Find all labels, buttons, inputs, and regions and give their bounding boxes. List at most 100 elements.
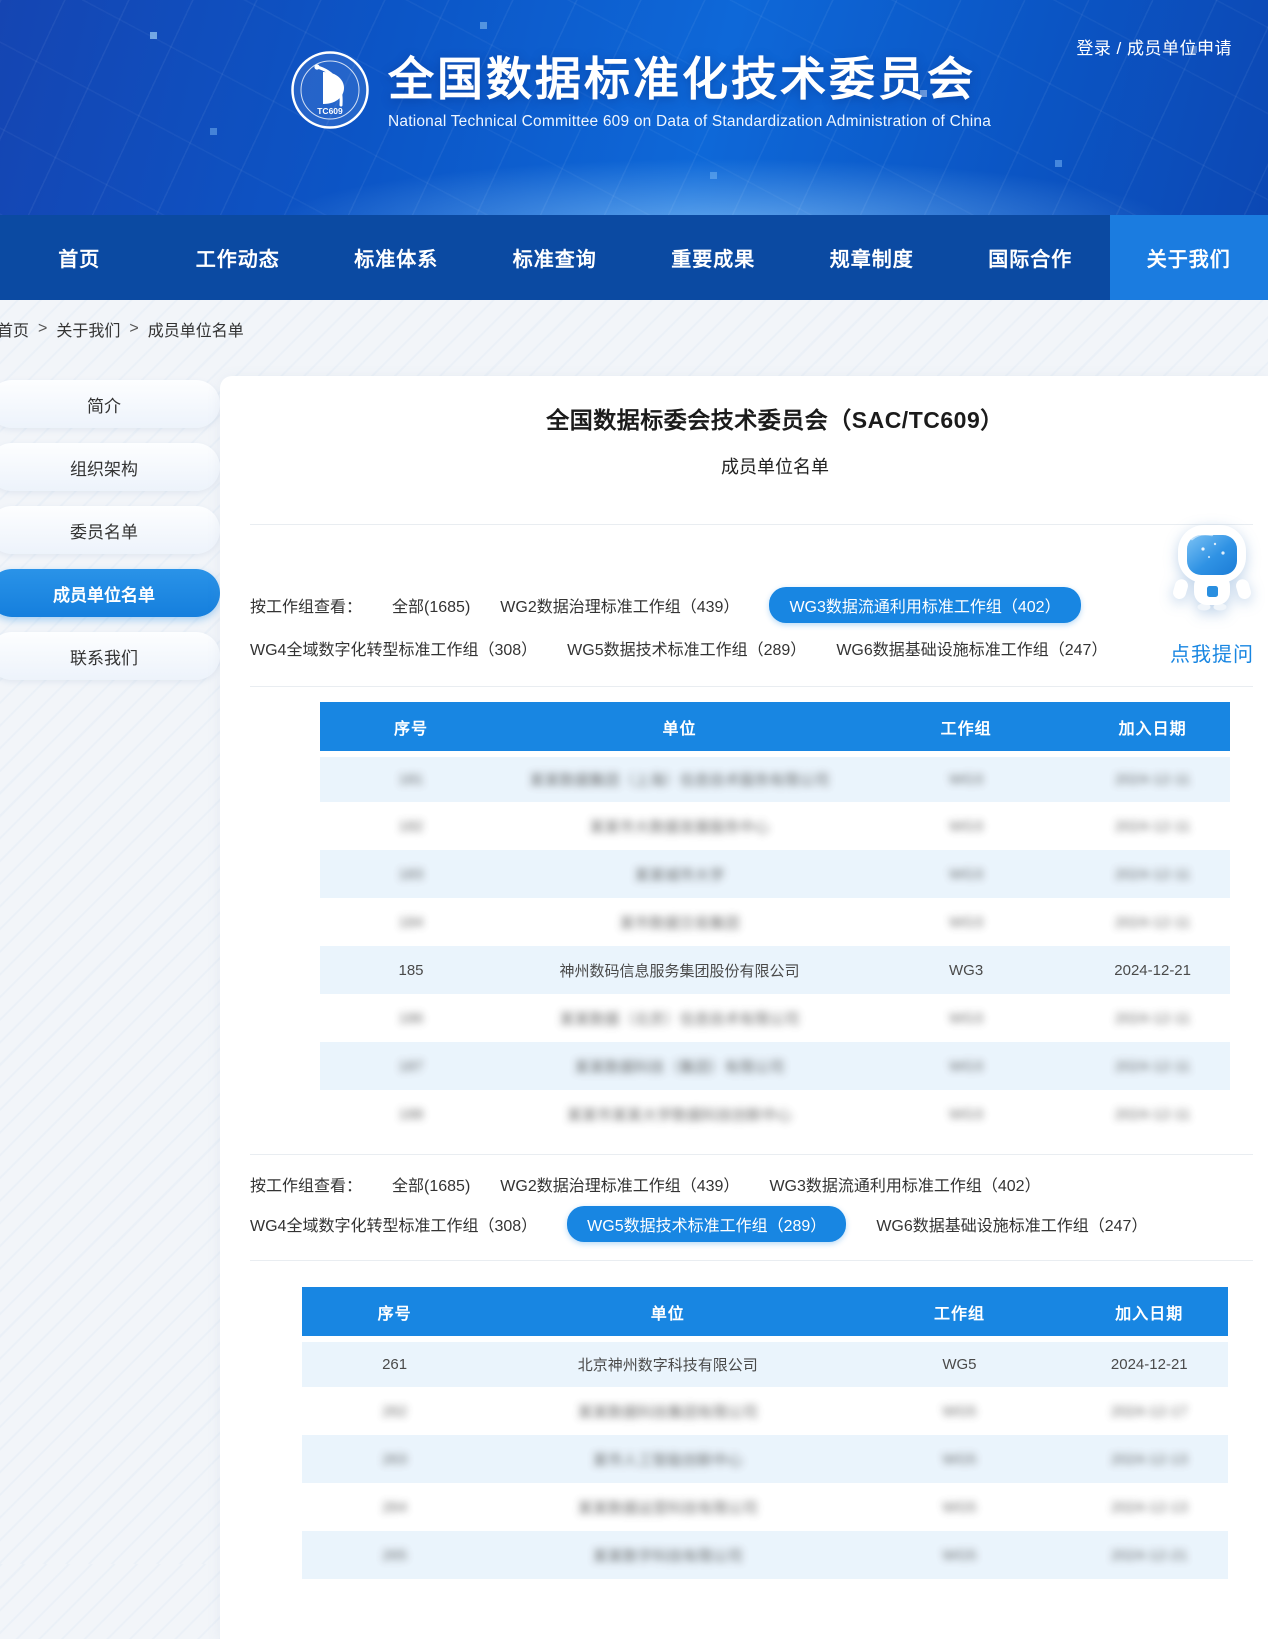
page-subtitle: 成员单位名单 [320, 456, 1230, 478]
cell-date: 2024-12-11 [1075, 994, 1230, 1042]
nav-item-home[interactable]: 首页 [0, 215, 159, 300]
sidebar-item-contact[interactable]: 联系我们 [0, 632, 220, 680]
cell-text-unit: 神州数码信息服务集团股份有限公司 [559, 963, 799, 980]
cell-no: 187 [320, 1042, 502, 1090]
site-subtitle: National Technical Committee 609 on Data… [388, 113, 991, 131]
cell-unit: 北京神州数字科技有限公司 [487, 1339, 848, 1387]
cell-text-no: 262 [382, 1403, 407, 1420]
table-header-row: 序号单位工作组加入日期 [320, 702, 1230, 754]
robot-assistant-icon[interactable] [1170, 598, 1254, 615]
cell-wg: WG5 [848, 1387, 1070, 1435]
assistant-widget[interactable]: 点我提问 [1164, 523, 1260, 667]
filter-option-wg6[interactable]: WG6数据基础设施标准工作组（247） [876, 1212, 1147, 1236]
cell-date: 2024-12-11 [1075, 1042, 1230, 1090]
column-header-1: 单位 [487, 1287, 848, 1339]
filter-option-all[interactable]: 全部(1685) [392, 593, 470, 617]
cell-text-unit: 某市人工智能创新中心 [593, 1452, 743, 1469]
cell-date: 2024-12-21 [1071, 1339, 1228, 1387]
nav-item-achievements[interactable]: 重要成果 [634, 215, 793, 300]
filter-option-wg5[interactable]: WG5数据技术标准工作组（289） [567, 636, 806, 660]
cell-wg: WG5 [848, 1435, 1070, 1483]
filter-option-wg3[interactable]: WG3数据流通利用标准工作组（402） [769, 587, 1080, 623]
title-block: 全国数据标委会技术委员会（SAC/TC609） 成员单位名单 [250, 376, 1253, 525]
cell-text-wg: WG5 [942, 1356, 976, 1373]
filter-option-wg2[interactable]: WG2数据治理标准工作组（439） [500, 593, 739, 617]
cell-text-unit: 某某数据运营科技有限公司 [578, 1500, 758, 1517]
filter-option-all[interactable]: 全部(1685) [392, 1172, 470, 1196]
cell-text-no: 186 [398, 1010, 423, 1027]
cell-wg: WG3 [857, 754, 1075, 802]
sidebar-item-committee-members[interactable]: 委员名单 [0, 506, 220, 554]
cell-wg: WG5 [848, 1339, 1070, 1387]
cell-text-unit: 某某市某某大学数据科技创新中心 [567, 1107, 792, 1124]
column-header-0: 序号 [320, 702, 502, 754]
table-row: 263某市人工智能创新中心WG52024-12-13 [302, 1435, 1228, 1483]
cell-text-date: 2024-12-11 [1115, 1058, 1191, 1075]
cell-date: 2024-12-11 [1075, 1090, 1230, 1138]
filter-label: 按工作组查看： [250, 1172, 362, 1196]
nav-item-standard-system[interactable]: 标准体系 [317, 215, 476, 300]
member-table: 序号单位工作组加入日期 261北京神州数字科技有限公司 WG5 2024-12-21… [302, 1287, 1228, 1579]
cell-date: 2024-12-11 [1075, 754, 1230, 802]
cell-no: 183 [320, 850, 502, 898]
sidebar-item-organization[interactable]: 组织架构 [0, 443, 220, 491]
cell-date: 2024-12-17 [1071, 1387, 1228, 1435]
filter-option-wg5[interactable]: WG5数据技术标准工作组（289） [567, 1206, 846, 1242]
cell-date: 2024-12-11 [1075, 898, 1230, 946]
svg-text:TC609: TC609 [317, 106, 343, 116]
workgroup-section-wg3: 按工作组查看：全部(1685)WG2数据治理标准工作组（439）WG3数据流通利… [250, 525, 1253, 1155]
cell-text-wg: WG3 [949, 962, 983, 979]
filter-option-wg4[interactable]: WG4全域数字化转型标准工作组（308） [250, 636, 537, 660]
nav-item-standard-query[interactable]: 标准查询 [476, 215, 635, 300]
cell-no: 182 [320, 802, 502, 850]
filter-option-wg4[interactable]: WG4全域数字化转型标准工作组（308） [250, 1212, 537, 1236]
table-row: 264某某数据运营科技有限公司WG52024-12-13 [302, 1483, 1228, 1531]
breadcrumb-separator: > [38, 320, 47, 338]
nav-item-regulations[interactable]: 规章制度 [793, 215, 952, 300]
cell-text-wg: WG5 [942, 1451, 976, 1468]
committee-logo-icon: TC609 [290, 50, 370, 135]
cell-unit: 某某市大数据发展服务中心 [502, 802, 857, 850]
table-row: 186某某数据（北京）信息技术有限公司WG32024-12-11 [320, 994, 1230, 1042]
cell-text-wg: WG3 [949, 1106, 983, 1123]
cell-text-no: 188 [398, 1106, 423, 1123]
column-header-2: 工作组 [848, 1287, 1070, 1339]
cell-unit: 某市人工智能创新中心 [487, 1435, 848, 1483]
cell-no: 261 [302, 1339, 487, 1387]
nav-item-international[interactable]: 国际合作 [951, 215, 1110, 300]
table-header-row: 序号单位工作组加入日期 [302, 1287, 1228, 1339]
cell-text-wg: WG3 [949, 771, 983, 788]
cell-unit: 某某数字科技有限公司 [487, 1531, 848, 1579]
table-row: 188 某某市某某大学数据科技创新中心 WG3 2024-12-11 [320, 1090, 1230, 1138]
cell-text-date: 2024-12-21 [1111, 1356, 1188, 1373]
cell-unit: 某某数据科技（集团）有限公司 [502, 1042, 857, 1090]
breadcrumb-item-0[interactable]: 首页 [0, 317, 29, 341]
cell-text-date: 2024-12-13 [1111, 1499, 1188, 1516]
cell-text-wg: WG3 [949, 866, 983, 883]
cell-text-no: 264 [382, 1499, 407, 1516]
table-row: 184某市数据交易集团WG32024-12-11 [320, 898, 1230, 946]
cell-no: 185 [320, 946, 502, 994]
table-row: 185神州数码信息服务集团股份有限公司WG32024-12-21 [320, 946, 1230, 994]
cell-text-wg: WG5 [942, 1403, 976, 1420]
cell-text-date: 2024-12-11 [1115, 1010, 1191, 1027]
cell-date: 2024-12-21 [1071, 1531, 1228, 1579]
breadcrumb-item-1[interactable]: 关于我们 [56, 317, 120, 341]
filter-option-wg6[interactable]: WG6数据基础设施标准工作组（247） [836, 636, 1107, 660]
nav-item-about[interactable]: 关于我们 [1110, 215, 1268, 300]
cell-wg: WG3 [857, 1090, 1075, 1138]
login-link[interactable]: 登录 / 成员单位申请 [1076, 34, 1232, 59]
sidebar-item-member-units[interactable]: 成员单位名单 [0, 569, 220, 617]
banner-decoration [150, 32, 157, 39]
breadcrumb: 首页>关于我们>成员单位名单 [0, 300, 1268, 358]
filter-option-wg2[interactable]: WG2数据治理标准工作组（439） [500, 1172, 739, 1196]
site-title: 全国数据标准化技术委员会 [388, 54, 991, 105]
sidebar-item-intro[interactable]: 简介 [0, 380, 220, 428]
cell-text-date: 2024-12-11 [1115, 818, 1191, 835]
cell-unit: 某某数据运营科技有限公司 [487, 1483, 848, 1531]
table-row: 182某某市大数据发展服务中心WG32024-12-11 [320, 802, 1230, 850]
filter-option-wg3[interactable]: WG3数据流通利用标准工作组（402） [769, 1172, 1040, 1196]
cell-no: 188 [320, 1090, 502, 1138]
assistant-label[interactable]: 点我提问 [1164, 638, 1260, 667]
nav-item-news[interactable]: 工作动态 [159, 215, 318, 300]
